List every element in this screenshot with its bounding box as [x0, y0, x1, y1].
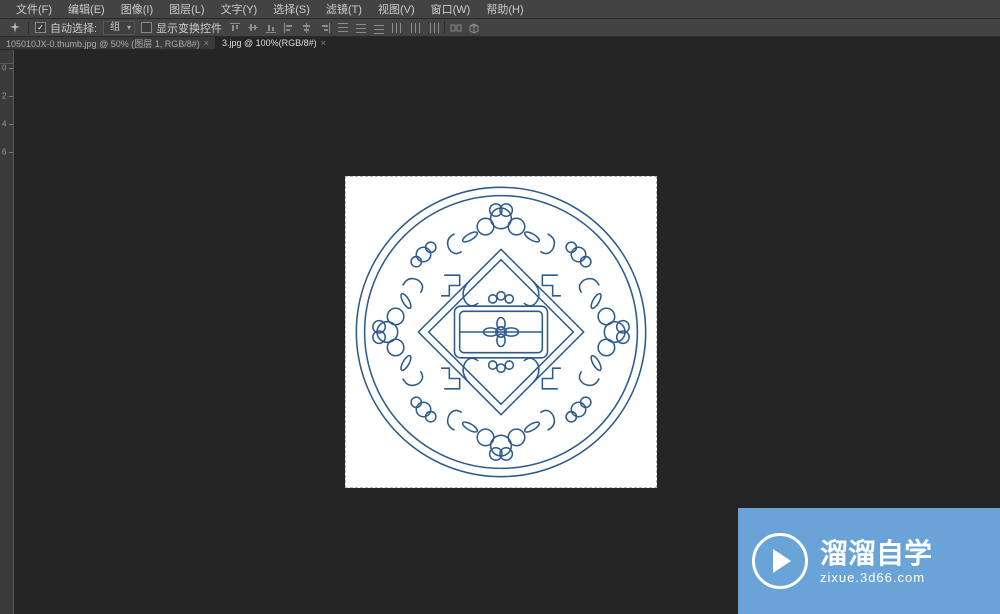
- document-tab-bar: 105010JX-0.thumb.jpg @ 50% (图层 1, RGB/8#…: [0, 36, 1000, 50]
- auto-select-label: 自动选择:: [50, 20, 97, 36]
- document-tab-2[interactable]: 3.jpg @ 100%(RGB/8#) ×: [216, 37, 333, 49]
- menu-window[interactable]: 窗口(W): [423, 0, 479, 19]
- canvas-document[interactable]: [345, 176, 657, 488]
- distribute-right-icon[interactable]: [426, 21, 440, 35]
- align-bottom-icon[interactable]: [264, 21, 278, 35]
- distribute-hcenter-icon[interactable]: [408, 21, 422, 35]
- show-transform-option[interactable]: 显示变换控件: [141, 20, 222, 36]
- tab-label: 3.jpg @ 100%(RGB/8#): [222, 38, 317, 48]
- watermark-url: zixue.3d66.com: [820, 570, 932, 585]
- ornament-image: [346, 177, 656, 487]
- menu-file[interactable]: 文件(F): [8, 0, 60, 19]
- menu-select[interactable]: 选择(S): [265, 0, 318, 19]
- document-tab-1[interactable]: 105010JX-0.thumb.jpg @ 50% (图层 1, RGB/8#…: [0, 37, 216, 49]
- ruler-vertical[interactable]: 0246: [0, 64, 14, 614]
- align-top-icon[interactable]: [228, 21, 242, 35]
- divider: [444, 21, 445, 33]
- menu-image[interactable]: 图像(I): [113, 0, 161, 19]
- auto-select-type-dropdown[interactable]: 组: [103, 21, 135, 35]
- auto-select-checkbox[interactable]: ✓: [35, 22, 46, 33]
- move-tool-icon[interactable]: [8, 21, 22, 35]
- close-icon[interactable]: ×: [321, 38, 326, 48]
- close-icon[interactable]: ×: [204, 38, 209, 48]
- menu-bar: 文件(F) 编辑(E) 图像(I) 图层(L) 文字(Y) 选择(S) 滤镜(T…: [0, 0, 1000, 18]
- menu-type[interactable]: 文字(Y): [213, 0, 266, 19]
- watermark-title: 溜溜自学: [820, 537, 932, 571]
- watermark-banner: 溜溜自学 zixue.3d66.com: [738, 508, 1000, 614]
- distribute-left-icon[interactable]: [390, 21, 404, 35]
- show-transform-label: 显示变换控件: [156, 20, 222, 36]
- options-bar: ✓ 自动选择: 组 显示变换控件: [0, 18, 1000, 36]
- auto-align-icon[interactable]: [449, 21, 463, 35]
- menu-filter[interactable]: 滤镜(T): [318, 0, 370, 19]
- menu-layer[interactable]: 图层(L): [161, 0, 212, 19]
- watermark-text: 溜溜自学 zixue.3d66.com: [820, 537, 932, 586]
- menu-help[interactable]: 帮助(H): [478, 0, 531, 19]
- mode-3d-icon[interactable]: [467, 21, 481, 35]
- align-right-icon[interactable]: [318, 21, 332, 35]
- divider: [28, 22, 29, 34]
- ruler-corner: [0, 50, 14, 64]
- distribute-top-icon[interactable]: [336, 21, 350, 35]
- menu-edit[interactable]: 编辑(E): [60, 0, 113, 19]
- menu-view[interactable]: 视图(V): [370, 0, 423, 19]
- auto-select-option[interactable]: ✓ 自动选择:: [35, 20, 97, 36]
- align-icons-group: [228, 21, 481, 35]
- show-transform-checkbox[interactable]: [141, 22, 152, 33]
- tab-label: 105010JX-0.thumb.jpg @ 50% (图层 1, RGB/8#…: [6, 37, 200, 50]
- align-left-icon[interactable]: [282, 21, 296, 35]
- distribute-bottom-icon[interactable]: [372, 21, 386, 35]
- distribute-vcenter-icon[interactable]: [354, 21, 368, 35]
- align-vcenter-icon[interactable]: [246, 21, 260, 35]
- align-hcenter-icon[interactable]: [300, 21, 314, 35]
- play-icon: [752, 533, 808, 589]
